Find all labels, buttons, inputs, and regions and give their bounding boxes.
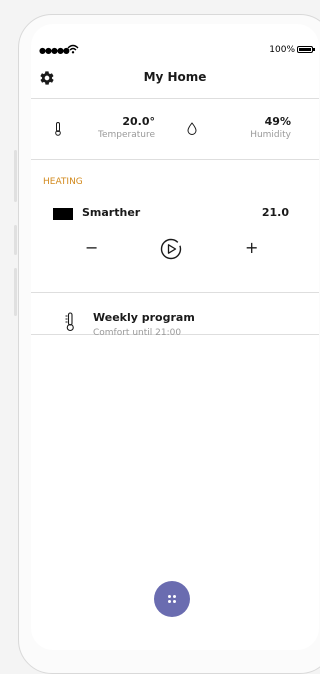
- temperature-value: 20.0°: [122, 115, 155, 128]
- thermostat-device-icon: [53, 208, 73, 220]
- side-button: [14, 150, 17, 202]
- program-row[interactable]: Weekly program Comfort until 21:00: [31, 292, 319, 338]
- thermostat-card[interactable]: Smarther 21.0 − +: [31, 200, 319, 293]
- thermometer-icon: [65, 312, 74, 332]
- status-bar: ●●●●● 100%: [31, 44, 319, 58]
- play-circle-icon[interactable]: [160, 238, 182, 260]
- side-button: [14, 268, 17, 316]
- app-screen: ●●●●● 100% My Home 20.0° Temperature 49%…: [31, 24, 319, 650]
- thermometer-icon: [55, 122, 61, 136]
- increase-button[interactable]: +: [245, 240, 258, 256]
- app-header: My Home: [31, 66, 319, 99]
- dots-grid-icon[interactable]: [154, 581, 190, 617]
- wifi-icon: [67, 44, 79, 54]
- humidity-label: Humidity: [250, 130, 291, 140]
- device-name: Smarther: [82, 206, 141, 219]
- program-subtitle: Comfort until 21:00: [93, 328, 182, 338]
- signal-icon: ●●●●●: [39, 46, 70, 55]
- battery-icon: [297, 46, 315, 53]
- humidity-value: 49%: [264, 115, 291, 128]
- program-title: Weekly program: [93, 311, 195, 324]
- side-button: [14, 225, 17, 255]
- battery-percent: 100%: [269, 45, 295, 55]
- climate-summary: 20.0° Temperature 49% Humidity: [31, 99, 319, 160]
- page-title: My Home: [143, 70, 207, 84]
- decrease-button[interactable]: −: [85, 240, 98, 256]
- water-drop-icon: [187, 122, 197, 135]
- temperature-label: Temperature: [97, 130, 155, 140]
- setpoint-value: 21.0: [261, 206, 289, 219]
- section-heading-heating: HEATING: [43, 177, 83, 187]
